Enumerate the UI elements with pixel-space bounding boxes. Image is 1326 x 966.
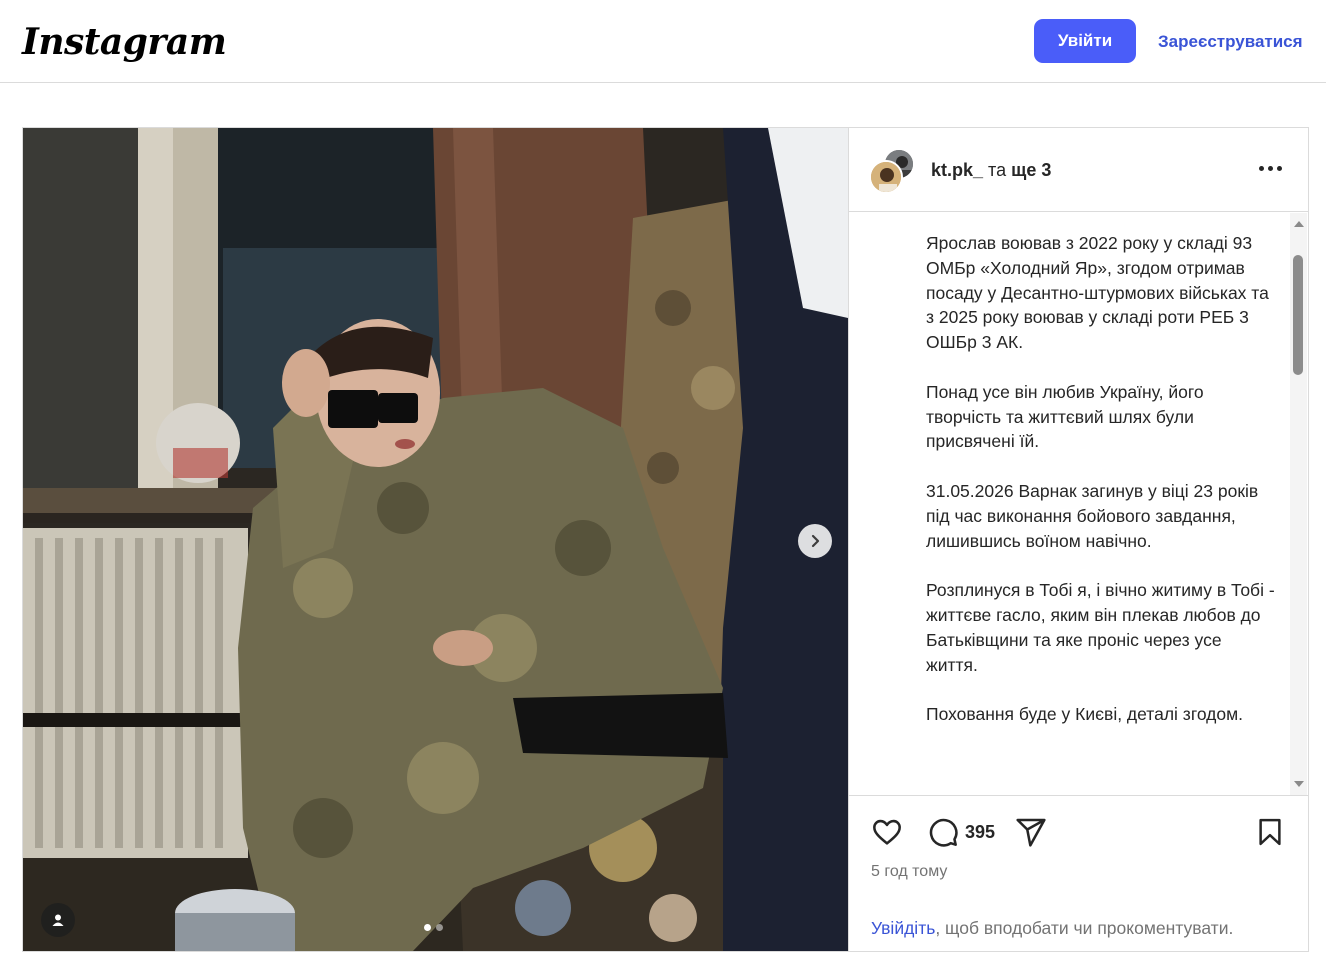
- caption-paragraph: Ярослав воював з 2022 року у складі 93 О…: [926, 233, 1269, 353]
- save-button[interactable]: [1255, 816, 1285, 848]
- avatar: [869, 160, 903, 194]
- caption-text: Ярослав воював з 2022 року у складі 93 О…: [926, 231, 1276, 752]
- post-side-panel: kt.pk_ та ще 3 Ярослав воював з 2022 рок…: [848, 128, 1308, 951]
- caption-paragraph: Розплинуся в Тобі я, і вічно житиму в То…: [926, 580, 1275, 675]
- post-card: kt.pk_ та ще 3 Ярослав воював з 2022 рок…: [22, 127, 1309, 952]
- login-prompt: Увійдіть, щоб вподобати чи прокоментуват…: [871, 917, 1233, 939]
- instagram-logo[interactable]: Instagram: [22, 20, 227, 64]
- caption-paragraph: Поховання буде у Києві, деталі згодом.: [926, 704, 1244, 725]
- like-button[interactable]: [871, 816, 903, 848]
- user-tag-icon: [52, 914, 64, 926]
- signup-link[interactable]: Зареєструватися: [1158, 31, 1303, 53]
- next-slide-button[interactable]: [798, 524, 832, 558]
- share-icon: [1016, 818, 1046, 847]
- share-button[interactable]: [1015, 816, 1047, 848]
- login-button[interactable]: Увійти: [1034, 19, 1136, 63]
- post-media[interactable]: [23, 128, 848, 951]
- login-prompt-text: , щоб вподобати чи прокоментувати.: [935, 918, 1234, 938]
- post-authors: kt.pk_ та ще 3: [931, 159, 1051, 181]
- post-timestamp[interactable]: 5 год тому: [871, 862, 947, 882]
- login-prompt-link[interactable]: Увійдіть: [871, 918, 935, 938]
- post-actions: 395 5 год тому Увійдіть, щоб вподобати ч…: [849, 795, 1308, 951]
- top-nav-bar: Instagram Увійти Зареєструватися: [0, 0, 1326, 83]
- comment-button[interactable]: 395: [927, 816, 995, 848]
- coauthors-link[interactable]: ще 3: [1011, 160, 1051, 180]
- author-avatars[interactable]: [869, 148, 919, 194]
- scroll-down-arrow-icon[interactable]: [1294, 781, 1304, 787]
- comment-count: 395: [965, 821, 996, 842]
- comment-icon: [929, 818, 958, 847]
- heart-icon: [873, 819, 901, 845]
- scrollbar-thumb[interactable]: [1293, 255, 1303, 375]
- caption-area[interactable]: Ярослав воював з 2022 року у складі 93 О…: [849, 213, 1308, 795]
- caption-scrollbar[interactable]: [1290, 213, 1307, 795]
- chevron-right-icon: [811, 534, 820, 548]
- more-icon[interactable]: [1259, 160, 1283, 176]
- bookmark-icon: [1259, 818, 1281, 846]
- carousel-dot: [436, 924, 443, 931]
- carousel-indicator: [424, 924, 443, 931]
- caption-paragraph: 31.05.2026 Варнак загинув у віці 23 рокі…: [926, 480, 1259, 551]
- post-photo: [23, 128, 848, 951]
- post-header: kt.pk_ та ще 3: [849, 128, 1308, 212]
- author-username[interactable]: kt.pk_: [931, 160, 983, 180]
- user-tag-button[interactable]: [41, 903, 75, 937]
- scroll-up-arrow-icon[interactable]: [1294, 221, 1304, 227]
- author-conjunction: та: [988, 160, 1007, 180]
- caption-paragraph: Понад усе він любив Україну, його творчі…: [926, 381, 1204, 452]
- carousel-dot-active: [424, 924, 431, 931]
